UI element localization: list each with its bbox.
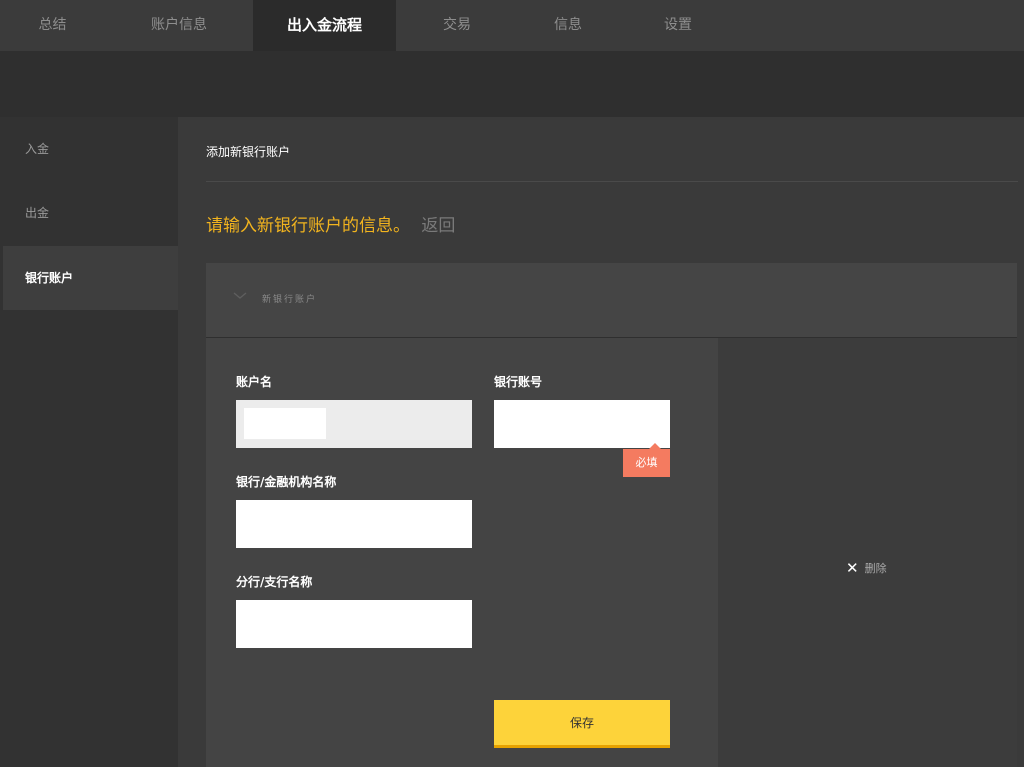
bank-name-field[interactable] xyxy=(236,500,472,548)
prompt-text: 请输入新银行账户的信息。 xyxy=(206,216,410,236)
masked-account-name xyxy=(244,408,326,439)
sidebar-item-deposit[interactable]: 入金 xyxy=(0,117,178,181)
bank-account-number-field[interactable] xyxy=(494,400,670,448)
top-nav: 总结 账户信息 出入金流程 交易 信息 设置 xyxy=(0,0,1024,51)
tab-trading[interactable]: 交易 xyxy=(396,0,518,51)
sidebar-item-withdraw[interactable]: 出金 xyxy=(0,181,178,245)
section-header[interactable]: 新银行账户 xyxy=(206,263,1017,338)
chevron-down-icon[interactable] xyxy=(232,290,248,302)
app-page: 总结 账户信息 出入金流程 交易 信息 设置 入金 出金 银行账户 添加新银行账… xyxy=(0,0,1024,767)
back-link[interactable]: 返回 xyxy=(421,216,455,236)
tab-messages[interactable]: 信息 xyxy=(518,0,618,51)
tab-summary[interactable]: 总结 xyxy=(0,0,105,51)
delete-label: 删除 xyxy=(864,562,887,575)
page-title: 添加新银行账户 xyxy=(206,145,291,159)
bank-account-form: 账户名 银行账号 必填 银行/金融机构名称 分行/支行名称 保存 xyxy=(206,338,718,767)
tab-settings[interactable]: 设置 xyxy=(618,0,738,51)
delete-button[interactable]: ✕ 删除 xyxy=(846,558,887,578)
close-icon: ✕ xyxy=(846,559,859,577)
sidebar: 入金 出金 银行账户 xyxy=(0,117,178,767)
branch-name-label: 分行/支行名称 xyxy=(236,575,313,589)
bank-account-number-label: 银行账号 xyxy=(494,375,543,389)
side-panel: ✕ 删除 xyxy=(718,338,1017,767)
prompt-row: 请输入新银行账户的信息。 返回 xyxy=(206,211,455,236)
sidebar-item-bank-account[interactable]: 银行账户 xyxy=(3,246,178,310)
required-badge: 必填 xyxy=(623,443,670,477)
tab-account-info[interactable]: 账户信息 xyxy=(105,0,253,51)
tab-funding[interactable]: 出入金流程 xyxy=(253,0,396,51)
account-name-label: 账户名 xyxy=(236,375,273,389)
main-panel: 添加新银行账户 请输入新银行账户的信息。 返回 新银行账户 账户名 银行账号 必… xyxy=(178,117,1024,767)
save-button[interactable]: 保存 xyxy=(494,700,670,748)
section-label: 新银行账户 xyxy=(262,295,318,305)
branch-name-field[interactable] xyxy=(236,600,472,648)
divider xyxy=(206,181,1018,182)
bank-name-label: 银行/金融机构名称 xyxy=(236,475,337,489)
